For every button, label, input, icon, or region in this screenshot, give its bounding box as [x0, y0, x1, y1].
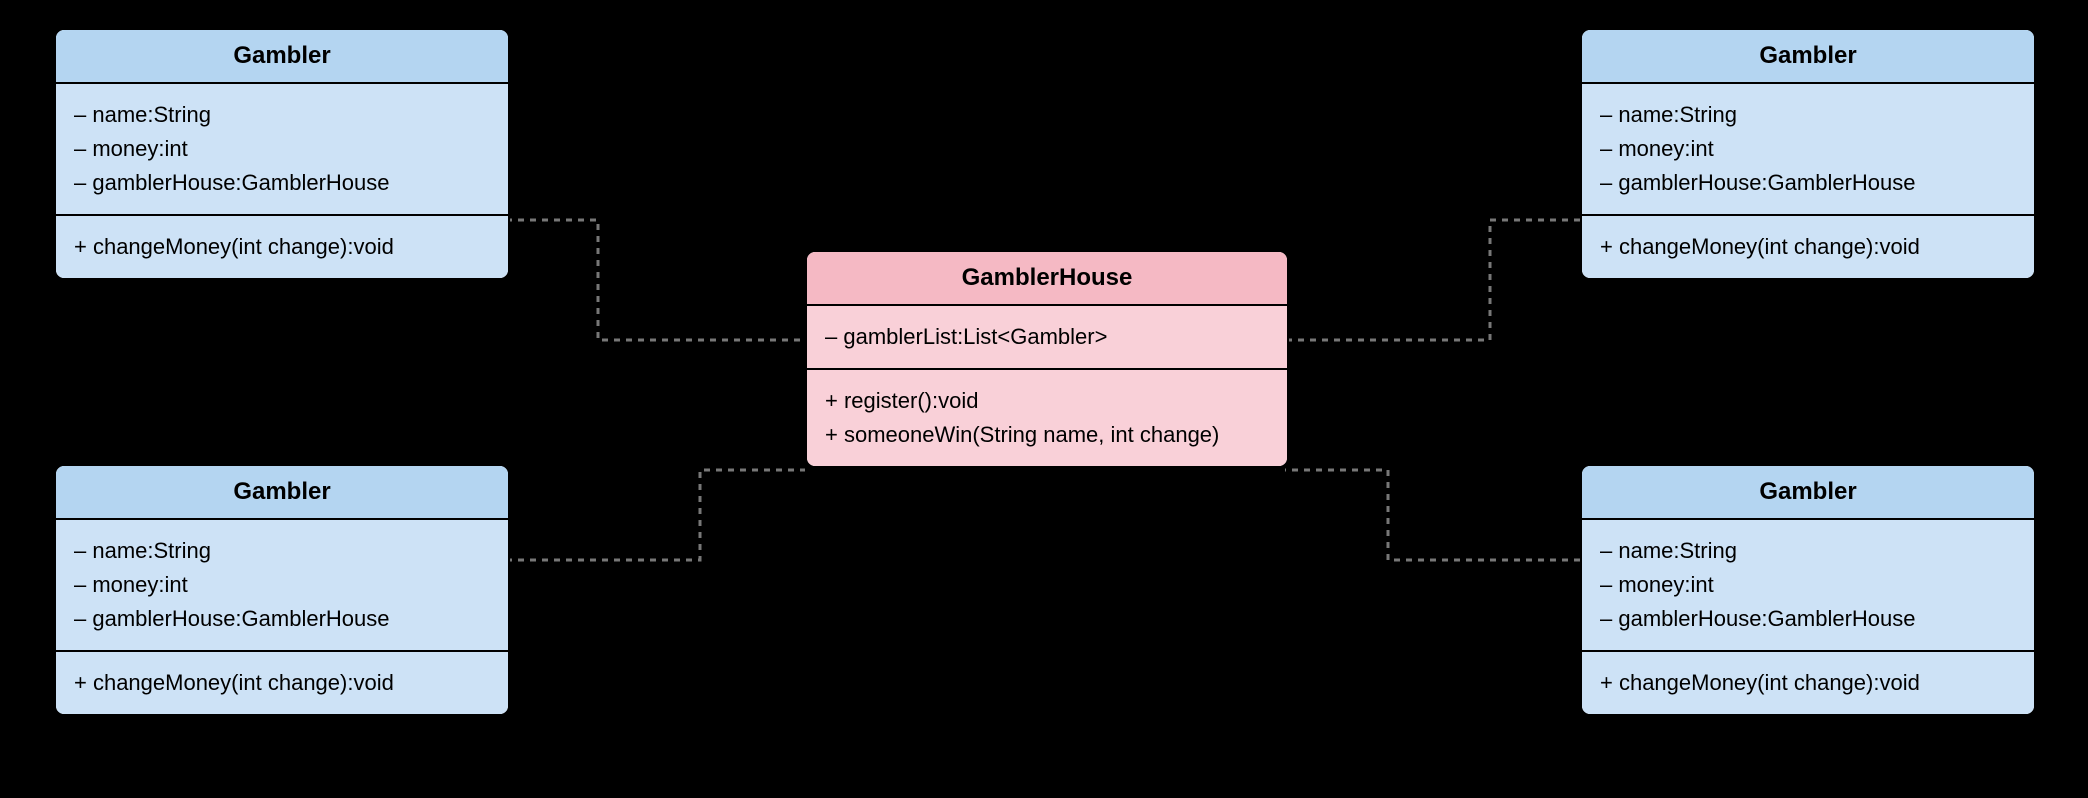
class-title: Gambler: [1582, 30, 2034, 84]
op-row: + register():void: [825, 384, 1269, 418]
dependency-connector: [506, 220, 805, 340]
class-title: GamblerHouse: [807, 252, 1287, 306]
attr-row: – name:String: [74, 98, 490, 132]
class-attributes: – gamblerList:List<Gambler>: [807, 306, 1287, 368]
dependency-connector: [1285, 470, 1580, 560]
attr-row: – gamblerHouse:GamblerHouse: [74, 602, 490, 636]
attr-row: – gamblerHouse:GamblerHouse: [1600, 602, 2016, 636]
attr-row: – gamblerList:List<Gambler>: [825, 320, 1269, 354]
attr-row: – name:String: [74, 534, 490, 568]
class-operations: + register():void + someoneWin(String na…: [807, 368, 1287, 466]
uml-class-gambler-tl: Gambler – name:String – money:int – gamb…: [54, 28, 510, 280]
class-attributes: – name:String – money:int – gamblerHouse…: [56, 520, 508, 650]
uml-class-gambler-tr: Gambler – name:String – money:int – gamb…: [1580, 28, 2036, 280]
attr-row: – gamblerHouse:GamblerHouse: [1600, 166, 2016, 200]
attr-row: – name:String: [1600, 98, 2016, 132]
attr-row: – money:int: [74, 132, 490, 166]
class-title: Gambler: [56, 466, 508, 520]
class-title: Gambler: [56, 30, 508, 84]
attr-row: – money:int: [74, 568, 490, 602]
class-title: Gambler: [1582, 466, 2034, 520]
uml-class-gambler-bl: Gambler – name:String – money:int – gamb…: [54, 464, 510, 716]
op-row: + changeMoney(int change):void: [1600, 230, 2016, 264]
class-operations: + changeMoney(int change):void: [1582, 650, 2034, 714]
attr-row: – money:int: [1600, 132, 2016, 166]
class-operations: + changeMoney(int change):void: [56, 650, 508, 714]
class-operations: + changeMoney(int change):void: [56, 214, 508, 278]
class-operations: + changeMoney(int change):void: [1582, 214, 2034, 278]
op-row: + changeMoney(int change):void: [74, 666, 490, 700]
dependency-connector: [1285, 220, 1580, 340]
attr-row: – name:String: [1600, 534, 2016, 568]
op-row: + changeMoney(int change):void: [74, 230, 490, 264]
uml-class-gambler-br: Gambler – name:String – money:int – gamb…: [1580, 464, 2036, 716]
dependency-connector: [506, 470, 805, 560]
uml-class-gamblerhouse: GamblerHouse – gamblerList:List<Gambler>…: [805, 250, 1289, 468]
attr-row: – gamblerHouse:GamblerHouse: [74, 166, 490, 200]
op-row: + changeMoney(int change):void: [1600, 666, 2016, 700]
class-attributes: – name:String – money:int – gamblerHouse…: [56, 84, 508, 214]
op-row: + someoneWin(String name, int change): [825, 418, 1269, 452]
class-attributes: – name:String – money:int – gamblerHouse…: [1582, 84, 2034, 214]
class-attributes: – name:String – money:int – gamblerHouse…: [1582, 520, 2034, 650]
attr-row: – money:int: [1600, 568, 2016, 602]
